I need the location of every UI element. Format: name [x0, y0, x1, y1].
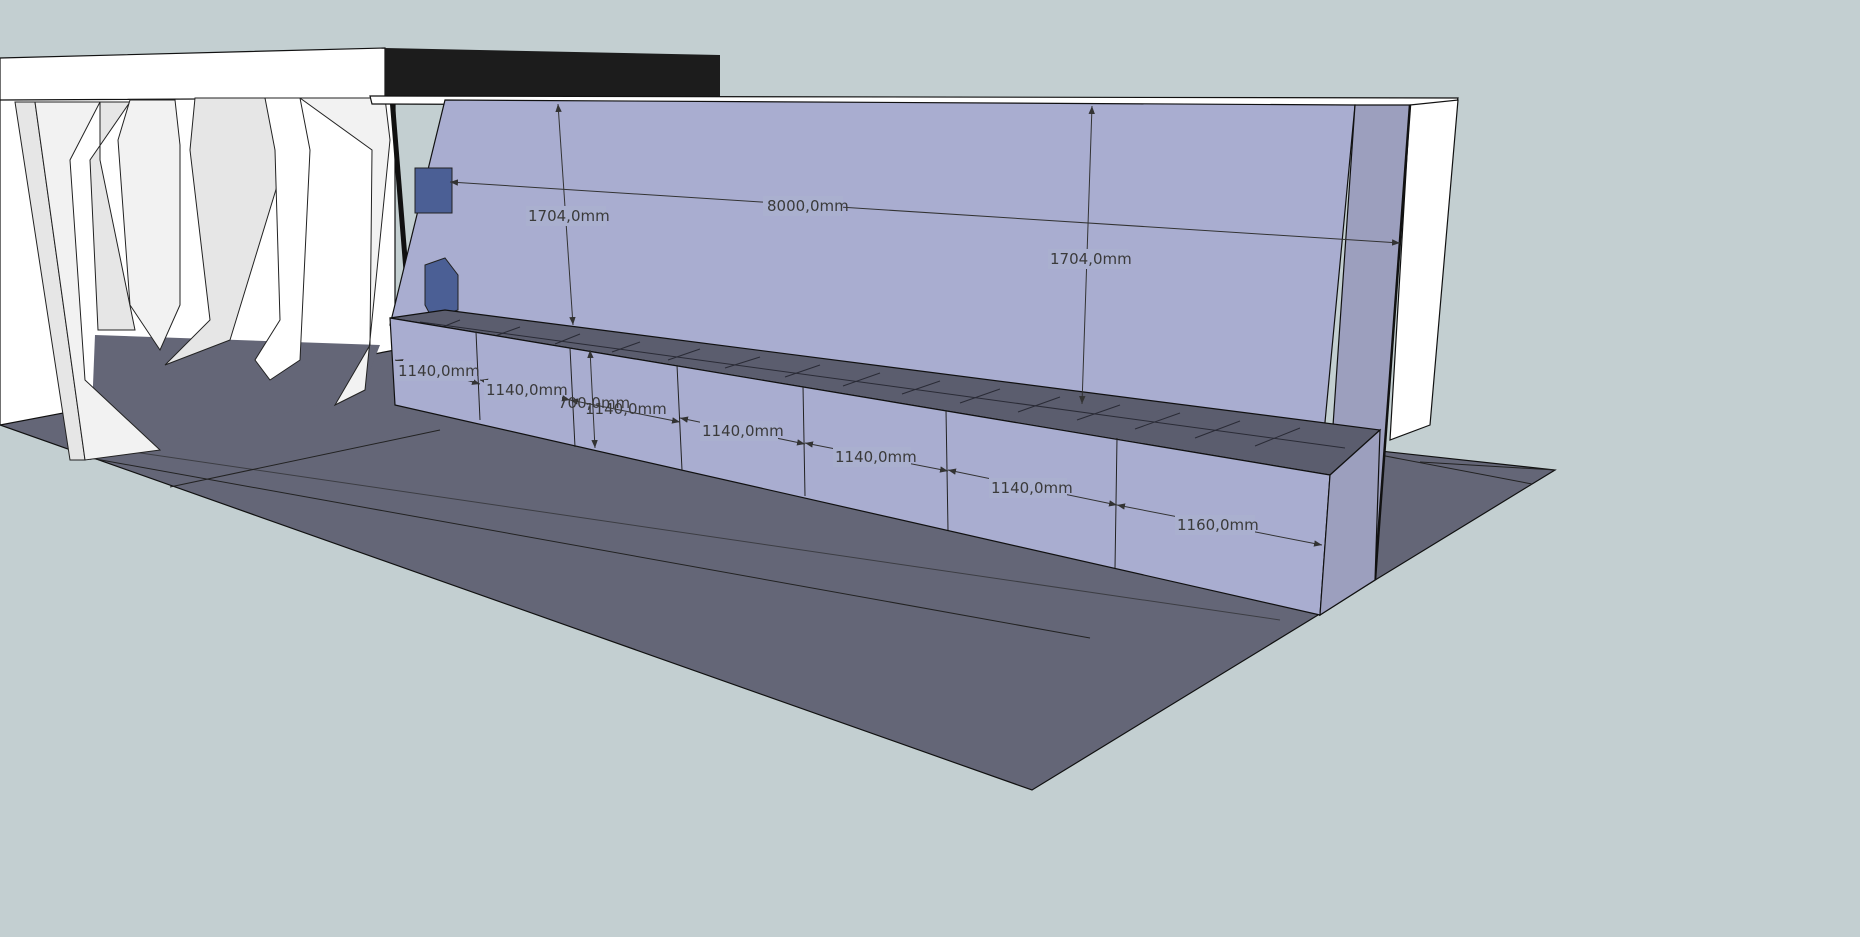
dim-label-wall-height-right: 1704,0mm	[1048, 249, 1132, 269]
dim-label-module-4: 1140,0mm	[700, 421, 784, 441]
cabin-roof	[0, 47, 386, 103]
dim-label-module-1: 1140,0mm	[396, 361, 480, 381]
dim-label-module-6: 1140,0mm	[989, 478, 1073, 498]
dim-label-module-2: 1140,0mm	[484, 380, 568, 400]
dim-label-module-3: 1140,0mm	[585, 400, 667, 418]
dim-label-wall-height-left: 1704,0mm	[526, 206, 610, 226]
svg-text:1140,0mm: 1140,0mm	[398, 362, 480, 380]
svg-text:1704,0mm: 1704,0mm	[528, 207, 610, 225]
svg-text:1140,0mm: 1140,0mm	[585, 400, 667, 418]
svg-text:1140,0mm: 1140,0mm	[486, 381, 568, 399]
dim-label-module-5: 1140,0mm	[833, 447, 917, 467]
cabin-roof-dark	[385, 48, 720, 98]
svg-text:1140,0mm: 1140,0mm	[991, 479, 1073, 497]
dim-label-wall-length: 8000,0mm	[763, 196, 849, 216]
svg-text:1140,0mm: 1140,0mm	[702, 422, 784, 440]
svg-text:8000,0mm: 8000,0mm	[767, 197, 849, 215]
3d-model-viewport[interactable]: 8000,0mm 1704,0mm 1704,0mm 700,0mm 1140,…	[0, 0, 1860, 937]
dim-label-module-7: 1160,0mm	[1175, 515, 1259, 535]
svg-text:1160,0mm: 1160,0mm	[1177, 516, 1259, 534]
svg-text:1704,0mm: 1704,0mm	[1050, 250, 1132, 268]
control-panel	[414, 167, 453, 214]
svg-text:1140,0mm: 1140,0mm	[835, 448, 917, 466]
